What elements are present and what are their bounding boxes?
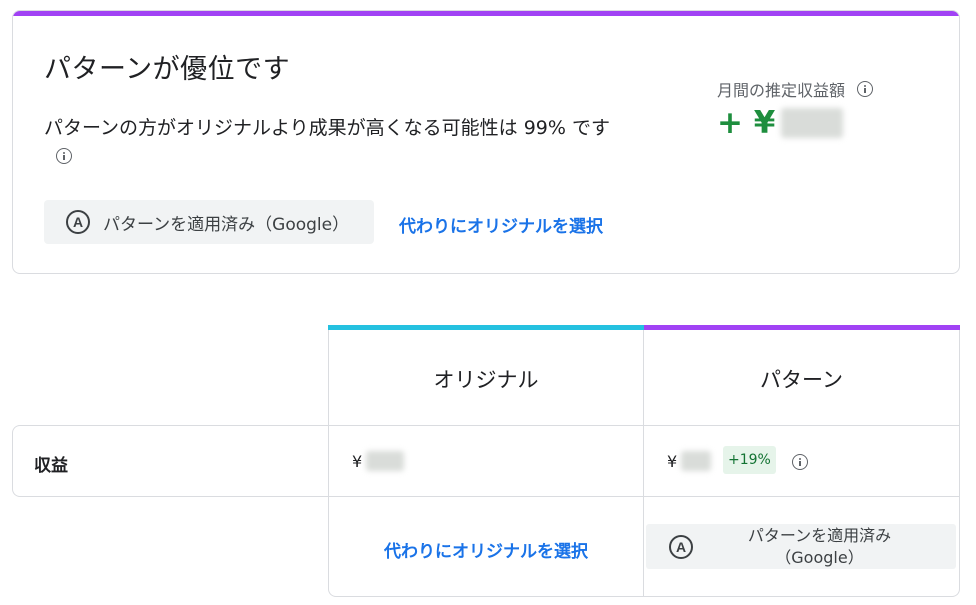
- action-cell-original: 代わりにオリジナルを選択: [328, 497, 644, 597]
- estimated-earnings-value: + ¥: [717, 105, 844, 141]
- yen-prefix: ¥: [667, 451, 678, 471]
- column-header-original: オリジナル: [328, 325, 644, 425]
- summary-card: パターンが優位です パターンの方がオリジナルより成果が高くなる可能性は 99% …: [12, 10, 960, 274]
- summary-title: パターンが優位です: [44, 54, 291, 85]
- column-title-pattern: パターン: [760, 368, 843, 392]
- pattern-applied-label: パターンを適用済み（Google）: [103, 214, 350, 235]
- summary-accent-bar: [13, 11, 959, 16]
- pattern-applied-button[interactable]: A パターンを適用済み（Google）: [44, 200, 374, 244]
- original-revenue-value: ¥: [352, 451, 405, 471]
- pattern-color-bar: [644, 325, 960, 330]
- info-icon[interactable]: [792, 454, 808, 470]
- auto-applied-icon: A: [66, 210, 90, 234]
- redacted-value: [681, 451, 712, 471]
- redacted-value: [781, 108, 844, 138]
- pattern-applied-label: パターンを適用済み （Google）: [693, 525, 956, 569]
- pattern-applied-button[interactable]: A パターンを適用済み （Google）: [646, 524, 956, 569]
- summary-description: パターンの方がオリジナルより成果が高くなる可能性は 99% です: [44, 117, 610, 139]
- revenue-delta-badge: +19%: [723, 446, 776, 474]
- redacted-value: [366, 451, 405, 471]
- choose-original-link[interactable]: 代わりにオリジナルを選択: [329, 537, 643, 562]
- action-cell-pattern: A パターンを適用済み （Google）: [644, 497, 960, 597]
- estimated-earnings-text: 月間の推定収益額: [717, 81, 846, 100]
- revenue-cell-pattern: ¥ +19%: [644, 425, 960, 497]
- choose-original-link[interactable]: 代わりにオリジナルを選択: [399, 212, 603, 237]
- estimated-earnings-label: 月間の推定収益額: [717, 77, 874, 101]
- applied-line-2: （Google）: [775, 547, 864, 567]
- revenue-cell-original: ¥: [328, 425, 644, 497]
- yen-prefix: ¥: [352, 451, 363, 471]
- column-header-pattern: パターン: [644, 325, 960, 425]
- auto-applied-icon: A: [669, 534, 693, 559]
- column-title-original: オリジナル: [433, 368, 539, 392]
- earnings-prefix: + ¥: [717, 105, 776, 141]
- row-label-cell: 収益: [12, 425, 329, 497]
- info-icon[interactable]: [857, 81, 874, 97]
- pattern-revenue-value: ¥: [667, 451, 712, 471]
- row-label-revenue: 収益: [34, 456, 68, 476]
- applied-line-1: パターンを適用済み: [747, 525, 892, 545]
- info-icon[interactable]: [56, 148, 72, 164]
- original-color-bar: [328, 325, 644, 330]
